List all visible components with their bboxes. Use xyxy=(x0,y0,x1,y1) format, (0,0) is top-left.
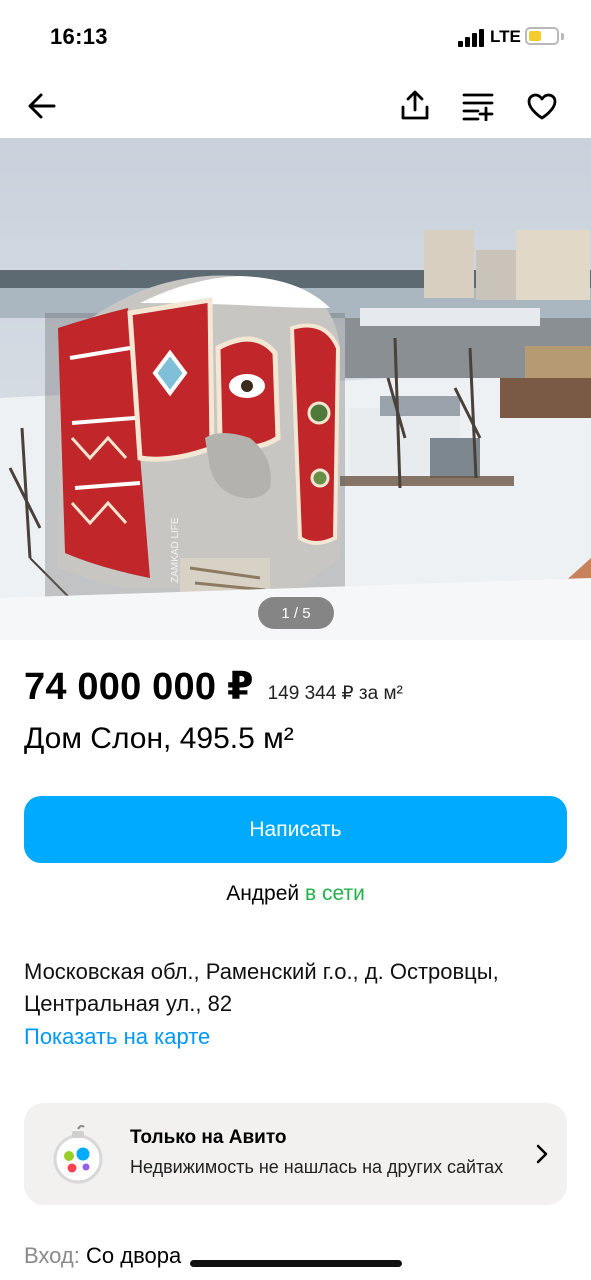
top-nav-bar xyxy=(0,76,591,136)
back-button[interactable] xyxy=(20,84,64,128)
chevron-right-icon xyxy=(536,1144,548,1164)
promo-subtitle: Недвижимость не нашлась на других сайтах xyxy=(130,1157,504,1177)
seller-name: Андрей xyxy=(226,882,300,905)
share-icon xyxy=(401,90,429,120)
photo-gallery[interactable]: ZAMKAD LIFE xyxy=(0,138,591,640)
status-time: 16:13 xyxy=(50,24,108,49)
seller-info[interactable]: Андрей в сети xyxy=(0,882,591,906)
entry-value: Со двора xyxy=(86,1243,182,1268)
home-indicator[interactable] xyxy=(190,1260,402,1267)
favorite-heart-icon xyxy=(527,93,557,120)
network-type: LTE xyxy=(490,27,521,46)
only-on-avito-card[interactable]: Только на Авито Недвижимость не нашлась … xyxy=(24,1103,567,1205)
online-status: в сети xyxy=(304,882,365,905)
status-bar: 16:13 LTE xyxy=(0,0,591,76)
compare-icon xyxy=(462,93,494,121)
back-arrow-icon xyxy=(28,93,56,119)
price-row: 74 000 000 ₽ 149 344 ₽ за м² xyxy=(24,664,403,709)
listing-title: Дом Слон, 495.5 м² xyxy=(24,722,294,755)
photo-watermark: ZAMKAD LIFE xyxy=(170,517,181,583)
show-on-map-link[interactable]: Показать на карте xyxy=(24,1024,210,1050)
promo-title: Только на Авито xyxy=(130,1127,287,1148)
write-message-button[interactable]: Написать xyxy=(24,796,567,863)
entry-label: Вход: xyxy=(24,1243,80,1268)
battery-tip xyxy=(561,33,564,40)
price: 74 000 000 ₽ xyxy=(24,666,254,708)
battery-icon xyxy=(525,27,559,45)
share-button[interactable] xyxy=(393,84,437,128)
address: Московская обл., Раменский г.о., д. Остр… xyxy=(24,959,499,1016)
cellular-signal-icon xyxy=(458,29,484,47)
listing-photo: ZAMKAD LIFE xyxy=(0,138,591,640)
photo-counter: 1 / 5 xyxy=(258,597,334,629)
avito-ornament-icon xyxy=(53,1124,103,1184)
entry-detail: Вход: Со двора xyxy=(24,1243,181,1269)
compare-button[interactable] xyxy=(456,84,500,128)
favorite-button[interactable] xyxy=(520,84,564,128)
price-per-m2: 149 344 ₽ за м² xyxy=(267,683,403,704)
